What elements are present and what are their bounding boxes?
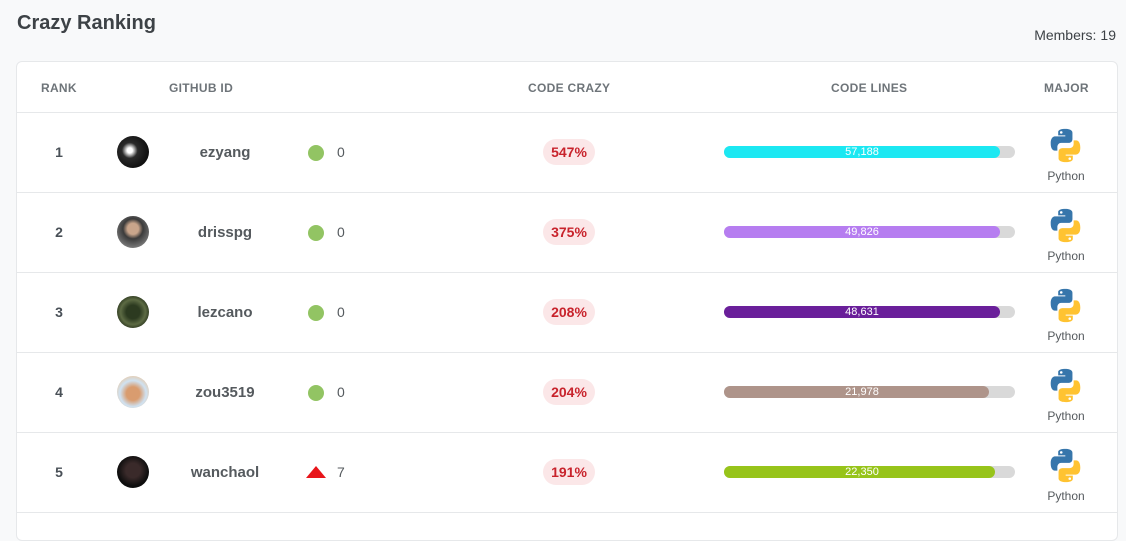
rank-number: 5 (55, 464, 63, 480)
table-row: 5 wanchaol 7 191% 22,350 Python (17, 433, 1117, 513)
members-value: 19 (1100, 27, 1116, 43)
python-icon (1050, 208, 1081, 243)
python-icon (1050, 368, 1081, 403)
avatar[interactable] (117, 456, 149, 488)
code-lines-bar: 57,188 (724, 146, 1015, 158)
code-crazy-badge: 208% (543, 299, 595, 325)
neutral-dot-icon (308, 145, 324, 161)
python-icon (1050, 128, 1081, 163)
header-rank: RANK (41, 81, 77, 95)
github-username[interactable]: zou3519 (165, 384, 285, 401)
python-icon (1050, 288, 1081, 323)
neutral-dot-icon (308, 305, 324, 321)
rank-change-value: 0 (337, 304, 345, 320)
code-lines-value: 48,631 (845, 306, 879, 318)
major-label: Python (1047, 489, 1085, 503)
neutral-dot-icon (308, 225, 324, 241)
code-crazy-badge: 204% (543, 379, 595, 405)
up-arrow-icon (306, 466, 326, 478)
github-username[interactable]: ezyang (165, 144, 285, 161)
members-label: Members: (1034, 27, 1097, 43)
members-count: Members: 19 (1030, 27, 1116, 43)
github-username[interactable]: lezcano (165, 304, 285, 321)
code-crazy-badge: 375% (543, 219, 595, 245)
rank-number: 1 (55, 144, 63, 160)
rank-number: 4 (55, 384, 63, 400)
code-lines-value: 22,350 (845, 466, 879, 478)
table-row: 1 ezyang 0 547% 57,188 Python (17, 113, 1117, 193)
code-lines-value: 49,826 (845, 226, 879, 238)
code-crazy-badge: 191% (543, 459, 595, 485)
avatar[interactable] (117, 136, 149, 168)
code-lines-value: 57,188 (845, 146, 879, 158)
header-code-lines: CODE LINES (831, 81, 908, 95)
rank-change-value: 0 (337, 224, 345, 240)
major-label: Python (1047, 329, 1085, 343)
rank-change-value: 0 (337, 144, 345, 160)
code-crazy-badge: 547% (543, 139, 595, 165)
avatar[interactable] (117, 216, 149, 248)
rank-change-value: 7 (337, 464, 345, 480)
rank-number: 2 (55, 224, 63, 240)
page-title: Crazy Ranking (17, 12, 156, 34)
table-header: RANK GITHUB ID CODE CRAZY CODE LINES MAJ… (17, 62, 1117, 113)
code-lines-value: 21,978 (845, 386, 879, 398)
table-row: 4 zou3519 0 204% 21,978 Python (17, 353, 1117, 433)
avatar[interactable] (117, 376, 149, 408)
table-row: 2 drisspg 0 375% 49,826 Python (17, 193, 1117, 273)
github-username[interactable]: wanchaol (165, 464, 285, 481)
code-lines-bar: 22,350 (724, 466, 1015, 478)
code-lines-bar: 48,631 (724, 306, 1015, 318)
python-icon (1050, 448, 1081, 483)
code-lines-bar: 21,978 (724, 386, 1015, 398)
major-label: Python (1047, 169, 1085, 183)
ranking-table: RANK GITHUB ID CODE CRAZY CODE LINES MAJ… (16, 61, 1118, 541)
table-row: 3 lezcano 0 208% 48,631 Python (17, 273, 1117, 353)
major-label: Python (1047, 409, 1085, 423)
rank-number: 3 (55, 304, 63, 320)
header-major: MAJOR (1044, 81, 1089, 95)
major-label: Python (1047, 249, 1085, 263)
avatar[interactable] (117, 296, 149, 328)
rank-change-value: 0 (337, 384, 345, 400)
code-lines-bar: 49,826 (724, 226, 1015, 238)
neutral-dot-icon (308, 385, 324, 401)
header-code-crazy: CODE CRAZY (528, 81, 611, 95)
header-github-id: GITHUB ID (169, 81, 234, 95)
github-username[interactable]: drisspg (165, 224, 285, 241)
